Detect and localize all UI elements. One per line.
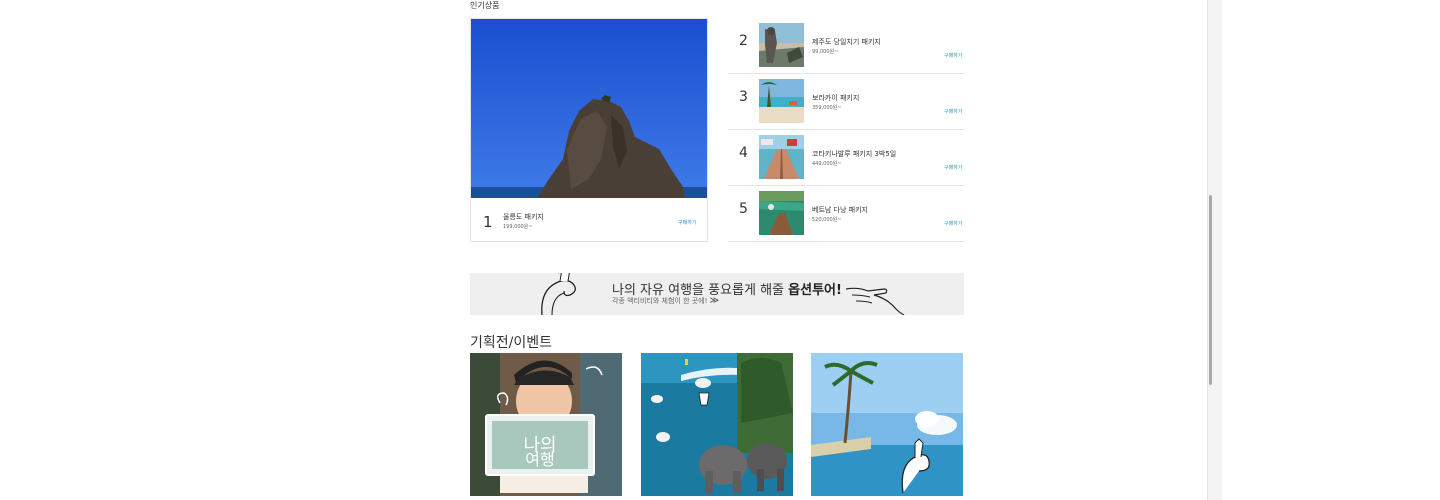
ulleungdo-rock-photo[interactable] (471, 19, 707, 198)
product-name[interactable]: 베트남 다낭 패키지 (812, 205, 868, 215)
product-rank: 2 (739, 33, 748, 49)
pointing-hand-icon (845, 287, 905, 315)
buy-link[interactable]: 구매하기 (944, 108, 962, 115)
events-section-title: 기획전/이벤트 (470, 335, 552, 351)
popular-products-title: 인기상품 (470, 1, 500, 10)
event-card-my-travel[interactable]: 나의 여행 (470, 353, 622, 496)
product-row-5[interactable]: 5 베트남 다낭 패키지 520,000원~ 구매하기 (728, 186, 964, 242)
jeju-thumbnail[interactable] (759, 23, 804, 67)
event-card-beach-wave[interactable] (811, 353, 963, 496)
buy-link[interactable]: 구매하기 (944, 164, 962, 171)
banner-subtext: 각종 액티비티와 체험이 한 곳에! (612, 297, 708, 305)
option-tour-banner[interactable]: 나의 자유 여행을 풍요롭게 해줄 옵션투어! 각종 액티비티와 체험이 한 곳… (470, 273, 964, 315)
product-name[interactable]: 제주도 당일치기 패키지 (812, 37, 881, 47)
featured-product-name[interactable]: 울릉도 패키지 (503, 212, 544, 222)
product-name[interactable]: 보라카이 패키지 (812, 93, 859, 103)
product-row-2[interactable]: 2 제주도 당일치기 패키지 99,000원~ 구매하기 (728, 18, 964, 74)
product-rank: 5 (739, 201, 748, 217)
featured-product-card[interactable]: 1 울릉도 패키지 199,000원~ 구매하기 (470, 18, 708, 242)
featured-rank: 1 (483, 213, 493, 231)
product-price: 359,000원~ (812, 105, 842, 111)
banner-headline-bold: 옵션투어! (788, 283, 842, 298)
boracay-thumbnail[interactable] (759, 79, 804, 123)
product-row-3[interactable]: 3 보라카이 패키지 359,000원~ 구매하기 (728, 74, 964, 130)
product-price: 99,000원~ (812, 49, 839, 55)
buy-link[interactable]: 구매하기 (944, 52, 962, 59)
product-price: 520,000원~ (812, 217, 842, 223)
page-scrollbar-thumb[interactable] (1209, 195, 1212, 385)
product-rank: 3 (739, 89, 748, 105)
featured-buy-link[interactable]: 구매하기 (678, 219, 696, 226)
event-logo-text-bottom: 여행 (525, 450, 554, 469)
product-name[interactable]: 코타키나발루 패키지 3박5일 (812, 149, 896, 159)
event-card-elephant-tour[interactable] (641, 353, 793, 496)
wave-mascot-icon (541, 273, 576, 315)
kotakinabalu-thumbnail[interactable] (759, 135, 804, 179)
product-row-4[interactable]: 4 코타키나발루 패키지 3박5일 449,000원~ 구매하기 (728, 130, 964, 186)
buy-link[interactable]: 구매하기 (944, 220, 962, 227)
double-chevron-right-icon: ≫ (709, 296, 720, 306)
danang-thumbnail[interactable] (759, 191, 804, 235)
banner-subtext-link[interactable]: 각종 액티비티와 체험이 한 곳에! ≫ (612, 296, 719, 306)
featured-product-price: 199,000원~ (503, 224, 533, 230)
product-rank: 4 (739, 145, 748, 161)
product-price: 449,000원~ (812, 161, 842, 167)
